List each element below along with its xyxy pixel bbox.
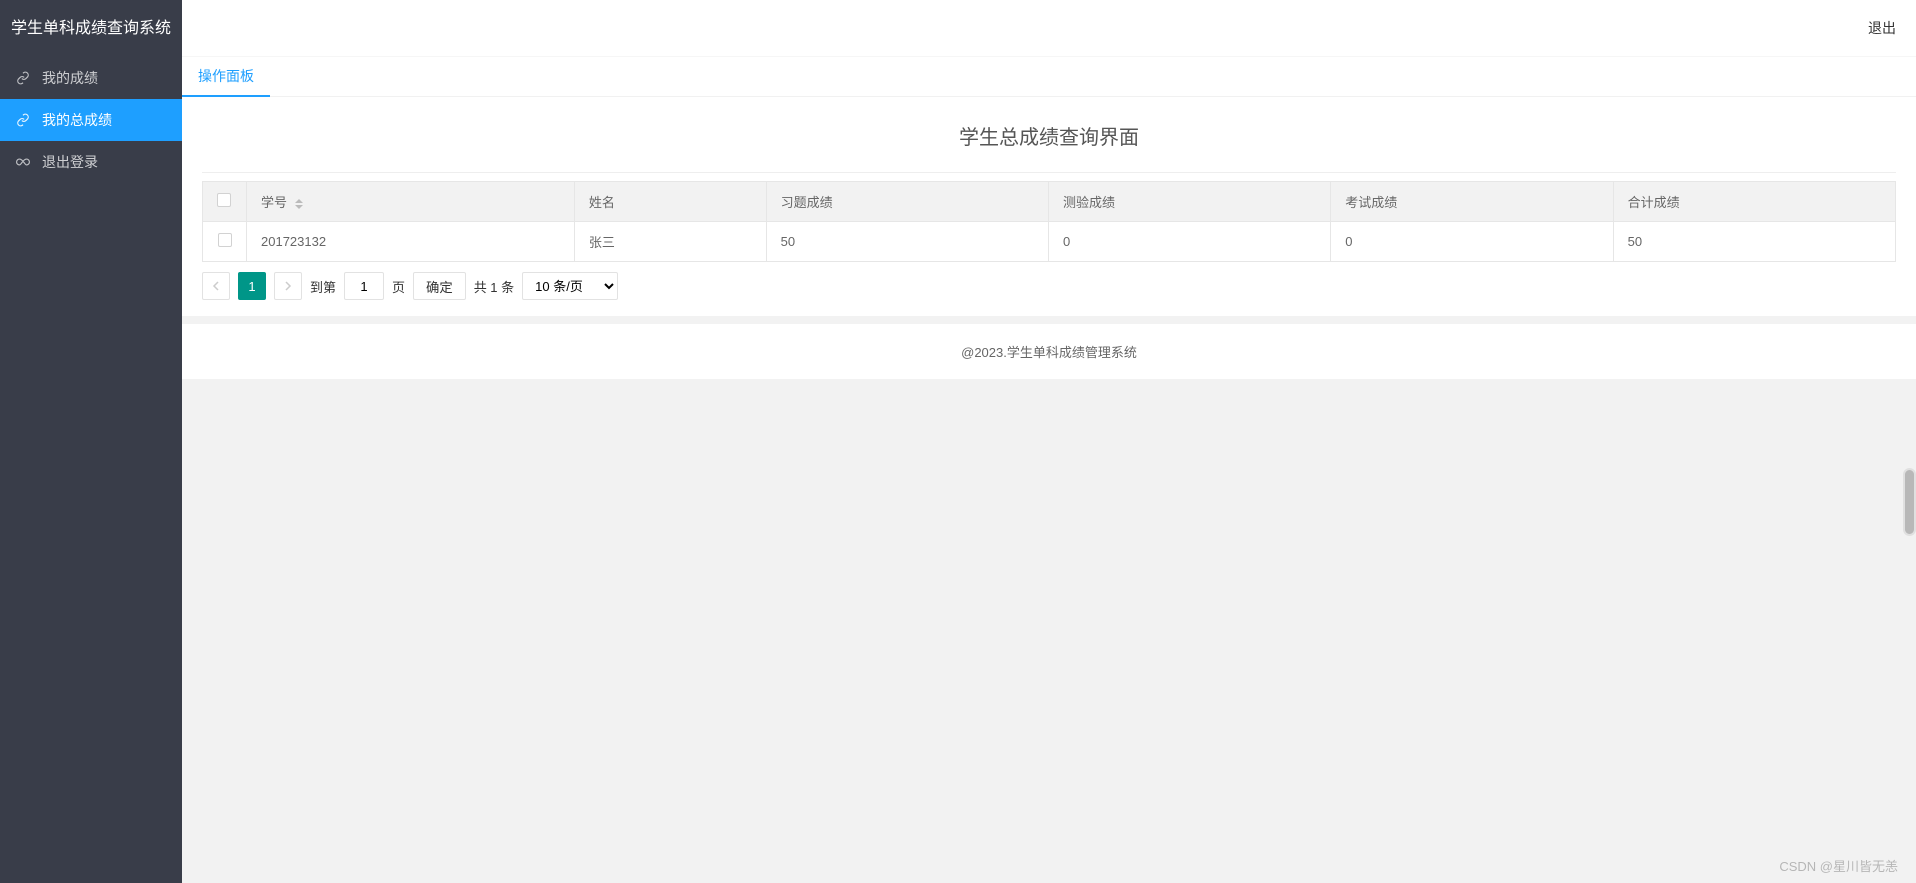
tab-bar: 操作面板 (182, 57, 1916, 97)
col-label: 学号 (261, 195, 287, 210)
sidebar-item-label: 我的成绩 (42, 68, 98, 88)
sidebar-item-label: 我的总成绩 (42, 110, 112, 130)
chevron-right-icon (284, 281, 292, 291)
per-page-select[interactable]: 10 条/页 (522, 272, 618, 300)
app-title: 学生单科成绩查询系统 (0, 0, 182, 57)
sidebar-item-my-total-grades[interactable]: 我的总成绩 (0, 99, 182, 141)
page-title: 学生总成绩查询界面 (182, 115, 1916, 172)
goto-prefix-label: 到第 (310, 277, 336, 296)
select-all-checkbox[interactable] (217, 193, 231, 207)
cell-exam: 0 (1331, 222, 1613, 262)
table-container: 学号 姓名 习题成绩 测验成绩 考试成绩 合计成绩 (182, 173, 1916, 262)
nav: 我的成绩 我的总成绩 退出登录 (0, 57, 182, 183)
tab-operation-panel[interactable]: 操作面板 (182, 57, 270, 97)
prev-page-button[interactable] (202, 272, 230, 300)
sidebar: 学生单科成绩查询系统 我的成绩 我的总成绩 退出登录 (0, 0, 182, 883)
sidebar-item-logout[interactable]: 退出登录 (0, 141, 182, 183)
chevron-left-icon (212, 281, 220, 291)
link-icon (16, 113, 32, 127)
total-count-label: 共 1 条 (474, 277, 514, 296)
row-checkbox[interactable] (218, 233, 232, 247)
goto-suffix-label: 页 (392, 277, 405, 296)
cell-student-id: 201723132 (247, 222, 575, 262)
col-name: 姓名 (574, 182, 766, 222)
grades-table: 学号 姓名 习题成绩 测验成绩 考试成绩 合计成绩 (202, 181, 1896, 262)
next-page-button[interactable] (274, 272, 302, 300)
col-exam: 考试成绩 (1331, 182, 1613, 222)
main: 退出 操作面板 学生总成绩查询界面 学号 (182, 0, 1916, 883)
cell-name: 张三 (574, 222, 766, 262)
page-1-button[interactable]: 1 (238, 272, 266, 300)
watermark: CSDN @星川皆无恙 (1779, 856, 1898, 875)
content: 学生总成绩查询界面 学号 (182, 97, 1916, 316)
sidebar-item-label: 退出登录 (42, 152, 98, 172)
col-total: 合计成绩 (1613, 182, 1895, 222)
footer: @2023.学生单科成绩管理系统 (182, 324, 1916, 379)
cell-homework: 50 (766, 222, 1048, 262)
sidebar-item-my-grades[interactable]: 我的成绩 (0, 57, 182, 99)
table-row: 201723132 张三 50 0 0 50 (203, 222, 1896, 262)
pagination: 1 到第 页 确定 共 1 条 10 条/页 (182, 262, 1916, 316)
infinity-icon (16, 155, 32, 169)
table-header-row: 学号 姓名 习题成绩 测验成绩 考试成绩 合计成绩 (203, 182, 1896, 222)
select-all-header (203, 182, 247, 222)
goto-confirm-button[interactable]: 确定 (413, 272, 466, 300)
row-select-cell (203, 222, 247, 262)
cell-quiz: 0 (1048, 222, 1330, 262)
header: 退出 (182, 0, 1916, 57)
link-icon (16, 71, 32, 85)
scrollbar[interactable] (1903, 468, 1916, 536)
col-quiz: 测验成绩 (1048, 182, 1330, 222)
goto-page-input[interactable] (344, 272, 384, 300)
col-student-id[interactable]: 学号 (247, 182, 575, 222)
logout-button[interactable]: 退出 (1868, 18, 1896, 38)
sort-icon[interactable] (295, 199, 303, 209)
cell-total: 50 (1613, 222, 1895, 262)
col-homework: 习题成绩 (766, 182, 1048, 222)
